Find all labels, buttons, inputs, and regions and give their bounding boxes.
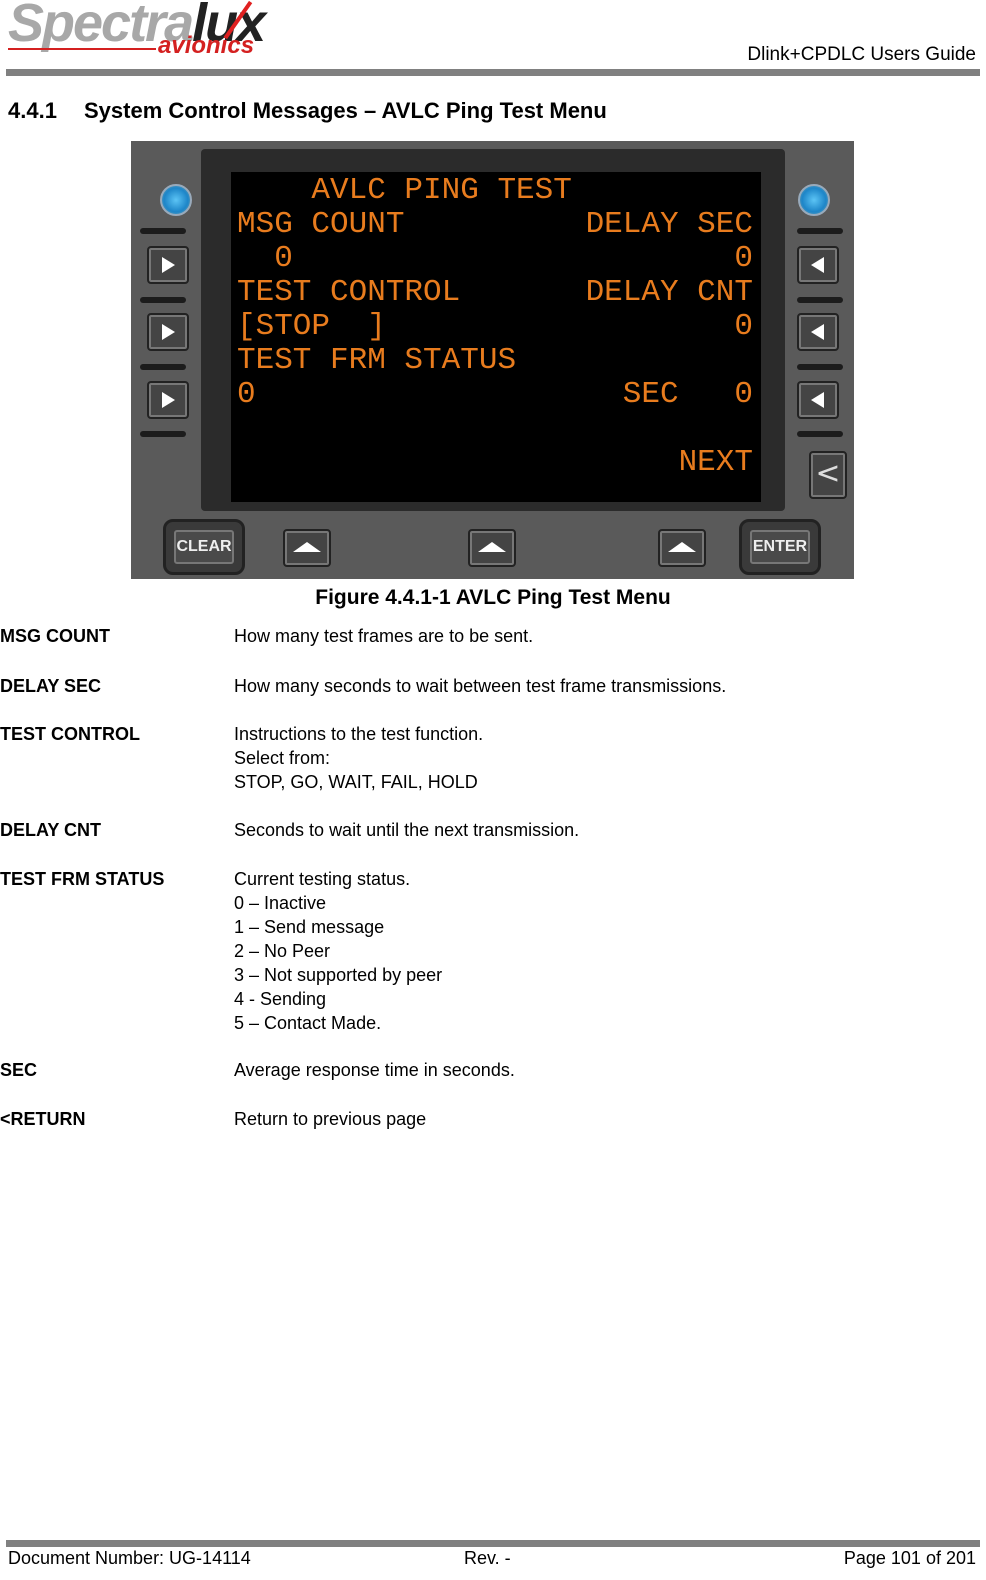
screen-line: 0 SEC 0 — [237, 378, 753, 412]
return-button[interactable]: < — [809, 451, 847, 499]
bottom-key-2[interactable] — [468, 529, 516, 567]
arrow-right-icon — [162, 324, 175, 340]
left-line-select-key-2[interactable] — [147, 313, 189, 351]
enter-label: ENTER — [750, 530, 810, 564]
description-line: How many test frames are to be sent. — [234, 626, 534, 646]
arrow-left-icon — [811, 392, 824, 408]
definition-description: Return to previous page — [234, 1107, 426, 1131]
footer-rule — [6, 1540, 980, 1547]
screen-line-left: MSG COUNT — [237, 207, 405, 242]
definition-term: TEST FRM STATUS — [0, 869, 165, 889]
screen-line: [STOP ] 0 — [237, 310, 753, 344]
description-line: Select from: — [234, 748, 331, 768]
slot-divider — [797, 364, 843, 370]
cdu-figure: AVLC PING TEST MSG COUNT DELAY SEC 0 0 TEST … — [131, 141, 854, 579]
spectralux-logo: Spectralux avionics — [8, 0, 268, 64]
definition-description: Current testing status. 0 – Inactive 1 – S… — [234, 867, 442, 1035]
definition-term: SEC — [0, 1060, 38, 1080]
description-line: How many seconds to wait between test fr… — [234, 676, 727, 696]
description-line: Average response time in seconds. — [234, 1060, 515, 1080]
section-number: 4.4.1 — [8, 98, 57, 123]
enter-button[interactable]: ENTER — [739, 519, 821, 575]
bottom-key-3[interactable] — [658, 529, 706, 567]
slot-divider — [140, 431, 186, 437]
screen-line: TEST FRM STATUS — [237, 344, 753, 378]
screen-line: TEST CONTROL DELAY CNT — [237, 276, 753, 310]
logo-underline — [8, 48, 156, 50]
arrow-left-icon — [811, 324, 824, 340]
slot-divider — [140, 297, 186, 303]
definition-description: How many seconds to wait between test fr… — [234, 674, 726, 698]
right-line-select-key-2[interactable] — [797, 313, 839, 351]
definition-term: DELAY CNT — [0, 820, 102, 840]
description-line: Return to previous page — [234, 1109, 427, 1129]
screen-line-right: 0 — [734, 241, 753, 276]
screen-line-right: 0 — [734, 309, 753, 344]
cdu-screen: AVLC PING TEST MSG COUNT DELAY SEC 0 0 TEST … — [231, 172, 761, 502]
bottom-key-1[interactable] — [283, 529, 331, 567]
slot-divider — [797, 297, 843, 303]
description-line: 5 – Contact Made. — [234, 1013, 382, 1033]
section-title: System Control Messages – AVLC Ping Test… — [84, 98, 607, 123]
description-line: Instructions to the test function. — [234, 724, 484, 744]
left-line-select-key-1[interactable] — [147, 246, 189, 284]
description-line: 0 – Inactive — [234, 893, 327, 913]
definition-description: Seconds to wait until the next transmiss… — [234, 818, 579, 842]
description-line: STOP, GO, WAIT, FAIL, HOLD — [234, 772, 478, 792]
screen-line: MSG COUNT DELAY SEC — [237, 208, 753, 242]
slot-divider — [140, 364, 186, 370]
figure-caption: Figure 4.4.1-1 AVLC Ping Test Menu — [315, 586, 671, 609]
screen-line-left: 0 — [237, 377, 256, 412]
screen-line-left: TEST FRM STATUS — [237, 343, 517, 378]
screen-line-right: DELAY SEC — [585, 207, 753, 242]
description-line: 2 – No Peer — [234, 941, 331, 961]
document-title: Dlink+CPDLC Users Guide — [747, 44, 976, 65]
screen-line-right: NEXT — [678, 445, 753, 480]
footer-revision: Rev. - — [464, 1548, 511, 1568]
footer-doc-number: Document Number: UG-14114 — [8, 1548, 251, 1568]
right-line-select-key-3[interactable] — [797, 381, 839, 419]
slot-divider — [140, 228, 186, 234]
left-line-select-key-3[interactable] — [147, 381, 189, 419]
arrow-up-icon — [293, 542, 321, 552]
arrow-right-icon — [162, 392, 175, 408]
slot-divider — [797, 431, 843, 437]
arrow-right-icon — [162, 257, 175, 273]
left-knob-icon[interactable] — [160, 184, 192, 216]
clear-label: CLEAR — [174, 530, 234, 564]
logo-subtitle: avionics — [158, 32, 255, 59]
screen-line-left: AVLC PING TEST — [237, 173, 572, 208]
screen-line-right: SEC 0 — [622, 377, 753, 412]
definition-description: How many test frames are to be sent. — [234, 624, 533, 648]
right-line-select-key-1[interactable] — [797, 246, 839, 284]
screen-line-left: TEST CONTROL — [237, 275, 461, 310]
header-rule — [6, 69, 980, 76]
footer-page-number: Page 101 of 201 — [843, 1548, 976, 1568]
right-knob-icon[interactable] — [798, 184, 830, 216]
definition-term: <RETURN — [0, 1109, 86, 1129]
definition-description: Instructions to the test function. Select… — [234, 722, 483, 794]
description-line: 4 - Sending — [234, 989, 327, 1009]
screen-line: NEXT — [237, 446, 753, 480]
description-line: Current testing status. — [234, 869, 411, 889]
definition-term: MSG COUNT — [0, 626, 110, 646]
description-line: Seconds to wait until the next transmiss… — [234, 820, 580, 840]
screen-line: AVLC PING TEST — [237, 174, 753, 208]
definition-term: TEST CONTROL — [0, 724, 140, 744]
description-line: 1 – Send message — [234, 917, 385, 937]
screen-line — [237, 412, 753, 446]
arrow-up-icon — [668, 542, 696, 552]
slot-divider — [797, 228, 843, 234]
arrow-up-icon — [478, 542, 506, 552]
screen-line-left: 0 — [237, 241, 293, 276]
definition-term: DELAY SEC — [0, 676, 102, 696]
description-line: 3 – Not supported by peer — [234, 965, 443, 985]
arrow-left-icon — [811, 257, 824, 273]
definition-description: Average response time in seconds. — [234, 1058, 515, 1082]
screen-line-left: [STOP ] — [237, 309, 386, 344]
section-heading: 4.4.1 System Control Messages – AVLC Ping… — [8, 98, 607, 124]
screen-line: 00 — [237, 242, 753, 276]
clear-button[interactable]: CLEAR — [163, 519, 245, 575]
screen-line-right: DELAY CNT — [585, 275, 753, 310]
